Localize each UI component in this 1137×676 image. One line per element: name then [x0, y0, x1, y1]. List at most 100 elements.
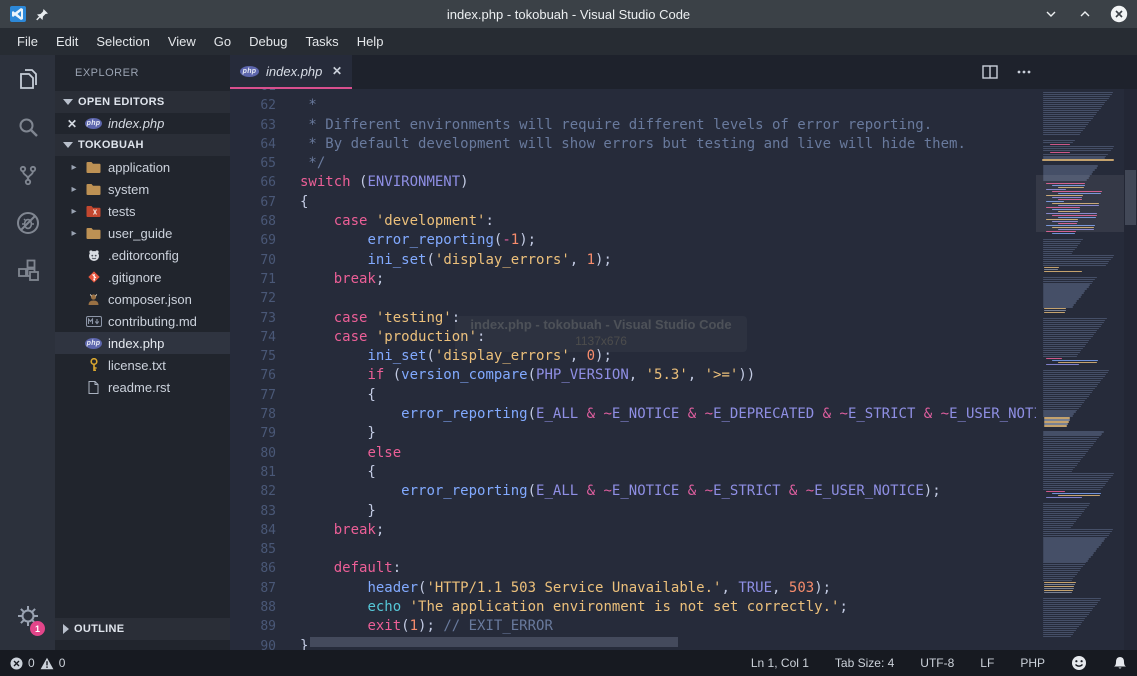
- open-editor-item[interactable]: ✕phpindex.php: [55, 113, 230, 134]
- horizontal-scrollbar[interactable]: [310, 637, 678, 647]
- code-line-83[interactable]: 83 }: [230, 502, 1036, 521]
- tab-index-php[interactable]: php index.php ✕: [230, 55, 352, 89]
- menu-selection[interactable]: Selection: [87, 30, 158, 53]
- minimap-line: [1043, 400, 1085, 401]
- code-line-82[interactable]: 82 error_reporting(E_ALL & ~E_NOTICE & ~…: [230, 482, 1036, 501]
- minimize-button[interactable]: [1041, 4, 1061, 24]
- split-editor-icon[interactable]: [982, 64, 998, 80]
- php-file-icon: php: [85, 116, 102, 132]
- code-line-80[interactable]: 80 else: [230, 444, 1036, 463]
- tree-item-label: .editorconfig: [108, 248, 179, 263]
- status-language-mode[interactable]: PHP: [1020, 656, 1045, 670]
- tree-item-editorconfig[interactable]: ▸.editorconfig: [55, 244, 230, 266]
- code-line-87[interactable]: 87 header('HTTP/1.1 503 Service Unavaila…: [230, 579, 1036, 598]
- code-line-88[interactable]: 88 echo 'The application environment is …: [230, 598, 1036, 617]
- code-line-72[interactable]: 72: [230, 289, 1036, 308]
- tree-item-application[interactable]: ▸application: [55, 156, 230, 178]
- tree-item-contributing-md[interactable]: ▸contributing.md: [55, 310, 230, 332]
- minimap-line: [1043, 352, 1080, 353]
- code-line-84[interactable]: 84 break;: [230, 521, 1036, 540]
- activity-source-control-button[interactable]: [0, 151, 55, 199]
- code-line-69[interactable]: 69 error_reporting(-1);: [230, 231, 1036, 250]
- menu-tasks[interactable]: Tasks: [296, 30, 347, 53]
- warning-count[interactable]: 0: [40, 656, 66, 670]
- menu-view[interactable]: View: [159, 30, 205, 53]
- status-cursor-position[interactable]: Ln 1, Col 1: [751, 656, 809, 670]
- bell-icon[interactable]: [1113, 656, 1127, 671]
- status-tab-size[interactable]: Tab Size: 4: [835, 656, 894, 670]
- tree-item-system[interactable]: ▸system: [55, 178, 230, 200]
- code-line-71[interactable]: 71 break;: [230, 270, 1036, 289]
- vertical-scrollbar[interactable]: [1124, 89, 1137, 650]
- code-line-78[interactable]: 78 error_reporting(E_ALL & ~E_NOTICE & ~…: [230, 405, 1036, 424]
- code-line-70[interactable]: 70 ini_set('display_errors', 1);: [230, 251, 1036, 270]
- menu-debug[interactable]: Debug: [240, 30, 296, 53]
- code-line-85[interactable]: 85: [230, 540, 1036, 559]
- minimap-line: [1043, 106, 1102, 107]
- tree-item-gitignore[interactable]: ▸.gitignore: [55, 266, 230, 288]
- minimap-line: [1042, 159, 1114, 160]
- more-actions-icon[interactable]: [1016, 64, 1032, 80]
- code-line-89[interactable]: 89 exit(1); // EXIT_ERROR: [230, 617, 1036, 636]
- code-line-86[interactable]: 86 default:: [230, 559, 1036, 578]
- tree-item-readme-rst[interactable]: ▸readme.rst: [55, 376, 230, 398]
- open-editors-header[interactable]: OPEN EDITORS: [55, 91, 230, 113]
- activity-extensions-button[interactable]: [0, 247, 55, 295]
- minimap-line: [1046, 491, 1065, 492]
- minimap-line: [1040, 275, 1048, 276]
- error-count[interactable]: 0: [10, 656, 35, 670]
- code-line-74[interactable]: 74 case 'production':: [230, 328, 1036, 347]
- activity-explorer-button[interactable]: [0, 55, 55, 103]
- outline-header[interactable]: OUTLINE: [55, 618, 230, 640]
- tree-item-user_guide[interactable]: ▸user_guide: [55, 222, 230, 244]
- minimap[interactable]: [1036, 89, 1124, 650]
- minimap-line: [1043, 481, 1108, 482]
- status-eol[interactable]: LF: [980, 656, 994, 670]
- code-line-63[interactable]: 63 * Different environments will require…: [230, 116, 1036, 135]
- code-line-68[interactable]: 68 case 'development':: [230, 212, 1036, 231]
- line-number: 61: [230, 89, 276, 96]
- code-line-65[interactable]: 65 */: [230, 154, 1036, 173]
- minimap-line: [1043, 515, 1081, 516]
- minimap-viewport[interactable]: [1036, 175, 1124, 232]
- activity-search-button[interactable]: [0, 103, 55, 151]
- open-editors-label: OPEN EDITORS: [78, 96, 165, 108]
- tree-item-index-php[interactable]: ▸phpindex.php: [55, 332, 230, 354]
- menu-edit[interactable]: Edit: [47, 30, 87, 53]
- title-bar[interactable]: index.php - tokobuah - Visual Studio Cod…: [0, 0, 1137, 28]
- line-number: 80: [230, 444, 276, 463]
- code-line-75[interactable]: 75 ini_set('display_errors', 0);: [230, 347, 1036, 366]
- code-line-76[interactable]: 76 if (version_compare(PHP_VERSION, '5.3…: [230, 366, 1036, 385]
- tree-item-license-txt[interactable]: ▸license.txt: [55, 354, 230, 376]
- code-line-79[interactable]: 79 }: [230, 424, 1036, 443]
- close-icon[interactable]: ✕: [67, 117, 79, 131]
- menu-go[interactable]: Go: [205, 30, 240, 53]
- project-folder-header[interactable]: TOKOBUAH: [55, 134, 230, 156]
- code-line-66[interactable]: 66switch (ENVIRONMENT): [230, 173, 1036, 192]
- minimap-line: [1043, 531, 1112, 532]
- tree-item-tests[interactable]: ▸tests: [55, 200, 230, 222]
- line-number: 63: [230, 116, 276, 135]
- close-button[interactable]: [1109, 4, 1129, 24]
- chevron-right-icon: ▸: [69, 206, 79, 217]
- activity-debug-button[interactable]: [0, 199, 55, 247]
- code-line-73[interactable]: 73 case 'testing':: [230, 309, 1036, 328]
- maximize-button[interactable]: [1075, 4, 1095, 24]
- tab-close-icon[interactable]: ✕: [332, 64, 342, 78]
- menu-help[interactable]: Help: [348, 30, 393, 53]
- code-line-61[interactable]: 61 *: [230, 89, 1036, 96]
- code-line-77[interactable]: 77 {: [230, 386, 1036, 405]
- menu-file[interactable]: File: [8, 30, 47, 53]
- pin-icon[interactable]: [36, 8, 49, 21]
- settings-gear-button[interactable]: [0, 596, 55, 636]
- tree-item-composer-json[interactable]: ▸composer.json: [55, 288, 230, 310]
- feedback-smiley-icon[interactable]: [1071, 655, 1087, 671]
- code-line-62[interactable]: 62 *: [230, 96, 1036, 115]
- status-encoding[interactable]: UTF-8: [920, 656, 954, 670]
- code-line-67[interactable]: 67{: [230, 193, 1036, 212]
- scrollbar-thumb[interactable]: [1125, 170, 1136, 225]
- explorer-sidebar: EXPLORER OPEN EDITORS ✕phpindex.php TOKO…: [55, 55, 230, 650]
- code-line-81[interactable]: 81 {: [230, 463, 1036, 482]
- code-editor[interactable]: 61 *62 *63 * Different environments will…: [230, 89, 1036, 650]
- code-line-64[interactable]: 64 * By default development will show er…: [230, 135, 1036, 154]
